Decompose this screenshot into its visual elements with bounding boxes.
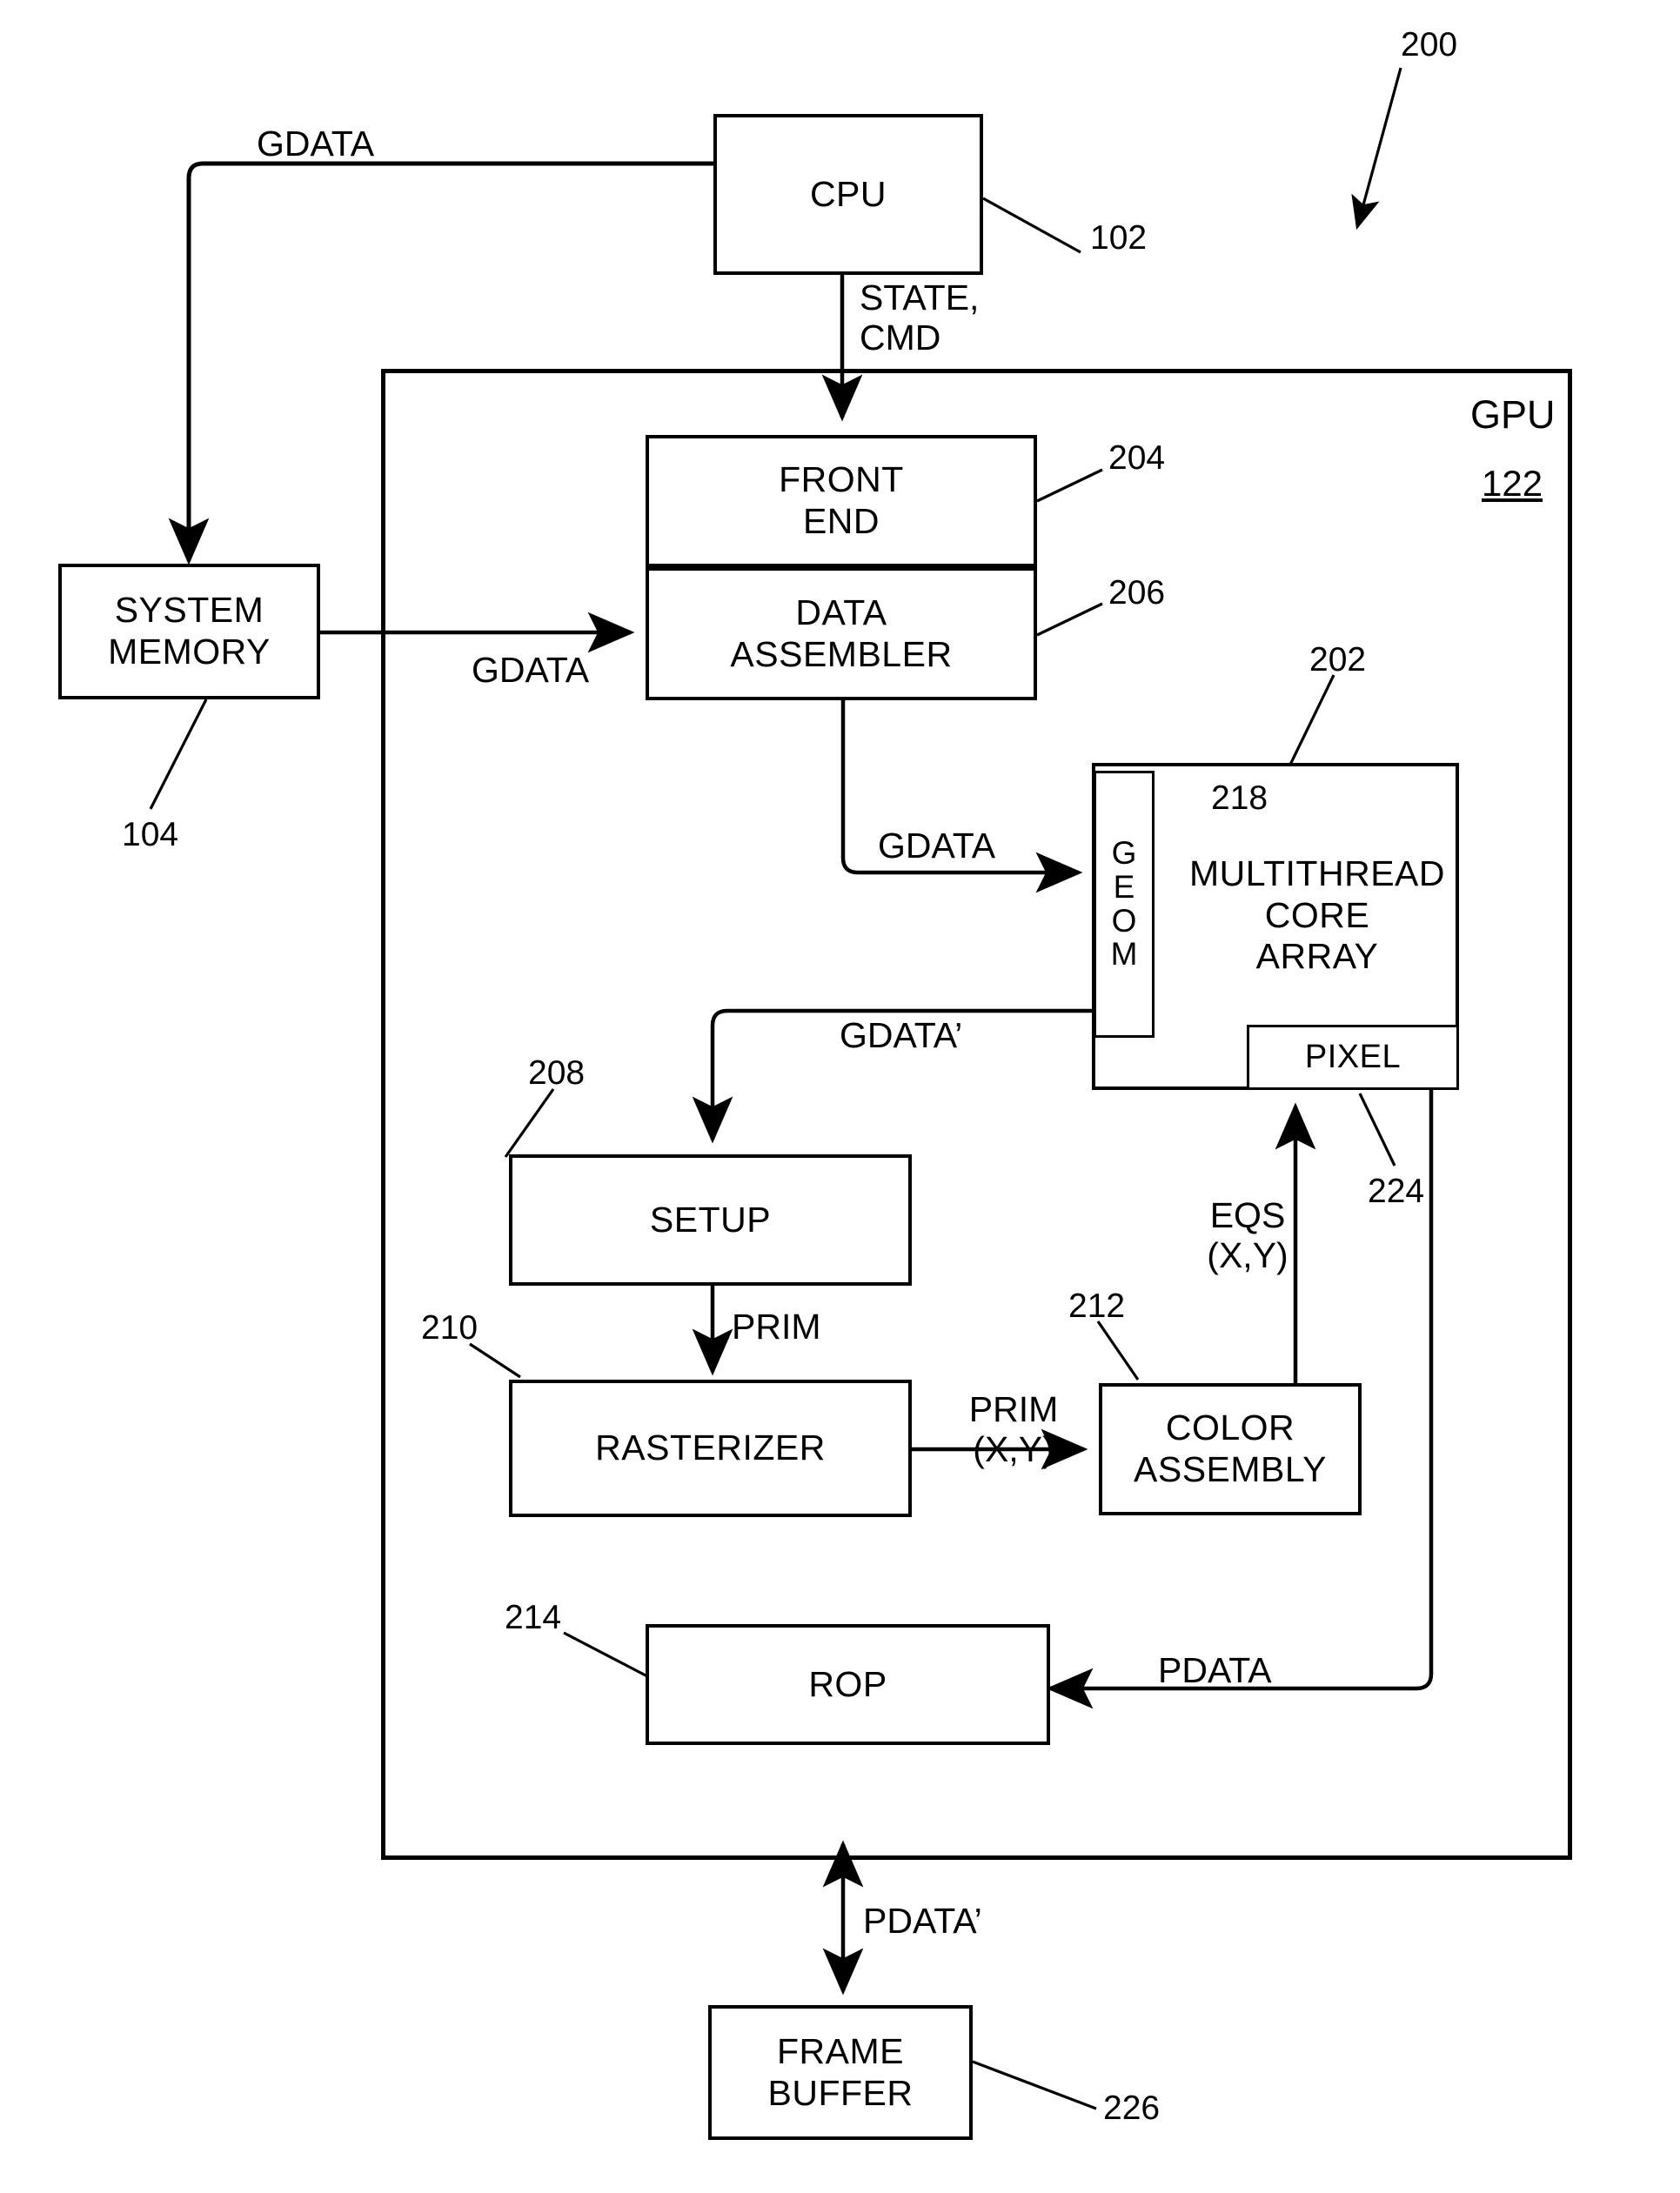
block-setup[interactable]: SETUP [509, 1154, 912, 1286]
block-rasterizer[interactable]: RASTERIZER [509, 1380, 912, 1517]
signal-label-prim-setup-rasterizer: PRIM [732, 1307, 821, 1347]
ref-numeral-122: 122 [1482, 463, 1543, 504]
block-front-end[interactable]: FRONT END [646, 435, 1037, 567]
block-pixel[interactable]: PIXEL [1247, 1025, 1459, 1090]
block-color-assembly-label: COLOR ASSEMBLY [1134, 1407, 1327, 1489]
leader-104 [149, 699, 208, 810]
signal-label-gdata-prime: GDATA’ [840, 1015, 963, 1055]
ref-numeral-218: 218 [1211, 779, 1268, 817]
block-rop[interactable]: ROP [646, 1624, 1050, 1745]
leader-200-arrow [1351, 193, 1380, 231]
block-data-assembler[interactable]: DATA ASSEMBLER [646, 567, 1037, 700]
signal-label-gdata-cpu-memory: GDATA [257, 124, 375, 164]
signal-label-pdata-prime: PDATA’ [863, 1901, 982, 1941]
ref-numeral-212: 212 [1068, 1287, 1126, 1325]
ref-numeral-204: 204 [1108, 439, 1166, 477]
figure-canvas: CPU SYSTEM MEMORY FRONT END DATA ASSEMBL… [0, 0, 1680, 2193]
block-color-assembly[interactable]: COLOR ASSEMBLY [1099, 1383, 1362, 1515]
signal-label-prim-xy: PRIM (X,Y) [968, 1389, 1059, 1469]
ref-numeral-102: 102 [1090, 219, 1148, 257]
block-pixel-label: PIXEL [1304, 1039, 1402, 1076]
signal-label-pdata: PDATA [1158, 1650, 1272, 1690]
ref-numeral-214: 214 [505, 1599, 562, 1636]
block-rop-label: ROP [808, 1663, 887, 1704]
ref-numeral-210: 210 [421, 1309, 479, 1347]
block-system-memory-label: SYSTEM MEMORY [108, 590, 271, 672]
block-frame-buffer[interactable]: FRAME BUFFER [708, 2005, 973, 2140]
block-system-memory[interactable]: SYSTEM MEMORY [58, 564, 320, 699]
block-frame-buffer-label: FRAME BUFFER [767, 2030, 914, 2113]
ref-numeral-224: 224 [1368, 1173, 1425, 1210]
leader-200 [1360, 67, 1402, 212]
signal-label-gdata-assembler-geom: GDATA [878, 826, 996, 866]
figure-number-200: 200 [1401, 26, 1458, 64]
gpu-title: GPU [1470, 392, 1556, 437]
leader-226 [972, 2060, 1097, 2110]
ref-numeral-208: 208 [528, 1054, 586, 1092]
block-cpu-label: CPU [809, 173, 887, 214]
block-cpu[interactable]: CPU [713, 114, 983, 275]
signal-label-state-cmd: STATE, CMD [860, 277, 980, 358]
block-data-assembler-label: DATA ASSEMBLER [730, 592, 953, 674]
ref-numeral-226: 226 [1103, 2089, 1161, 2127]
ref-numeral-202: 202 [1309, 641, 1367, 679]
block-setup-label: SETUP [649, 1199, 772, 1240]
signal-label-gdata-memory-assembler: GDATA [472, 650, 590, 690]
block-rasterizer-label: RASTERIZER [595, 1427, 826, 1468]
block-front-end-label: FRONT END [779, 459, 904, 541]
leader-102 [982, 197, 1081, 254]
ref-numeral-206: 206 [1108, 574, 1166, 612]
block-geom-label: G E O M [1110, 834, 1138, 973]
signal-label-eqs-xy: EQS (X,Y) [1207, 1195, 1288, 1275]
block-geom[interactable]: G E O M [1094, 771, 1155, 1038]
ref-numeral-104: 104 [122, 816, 179, 853]
